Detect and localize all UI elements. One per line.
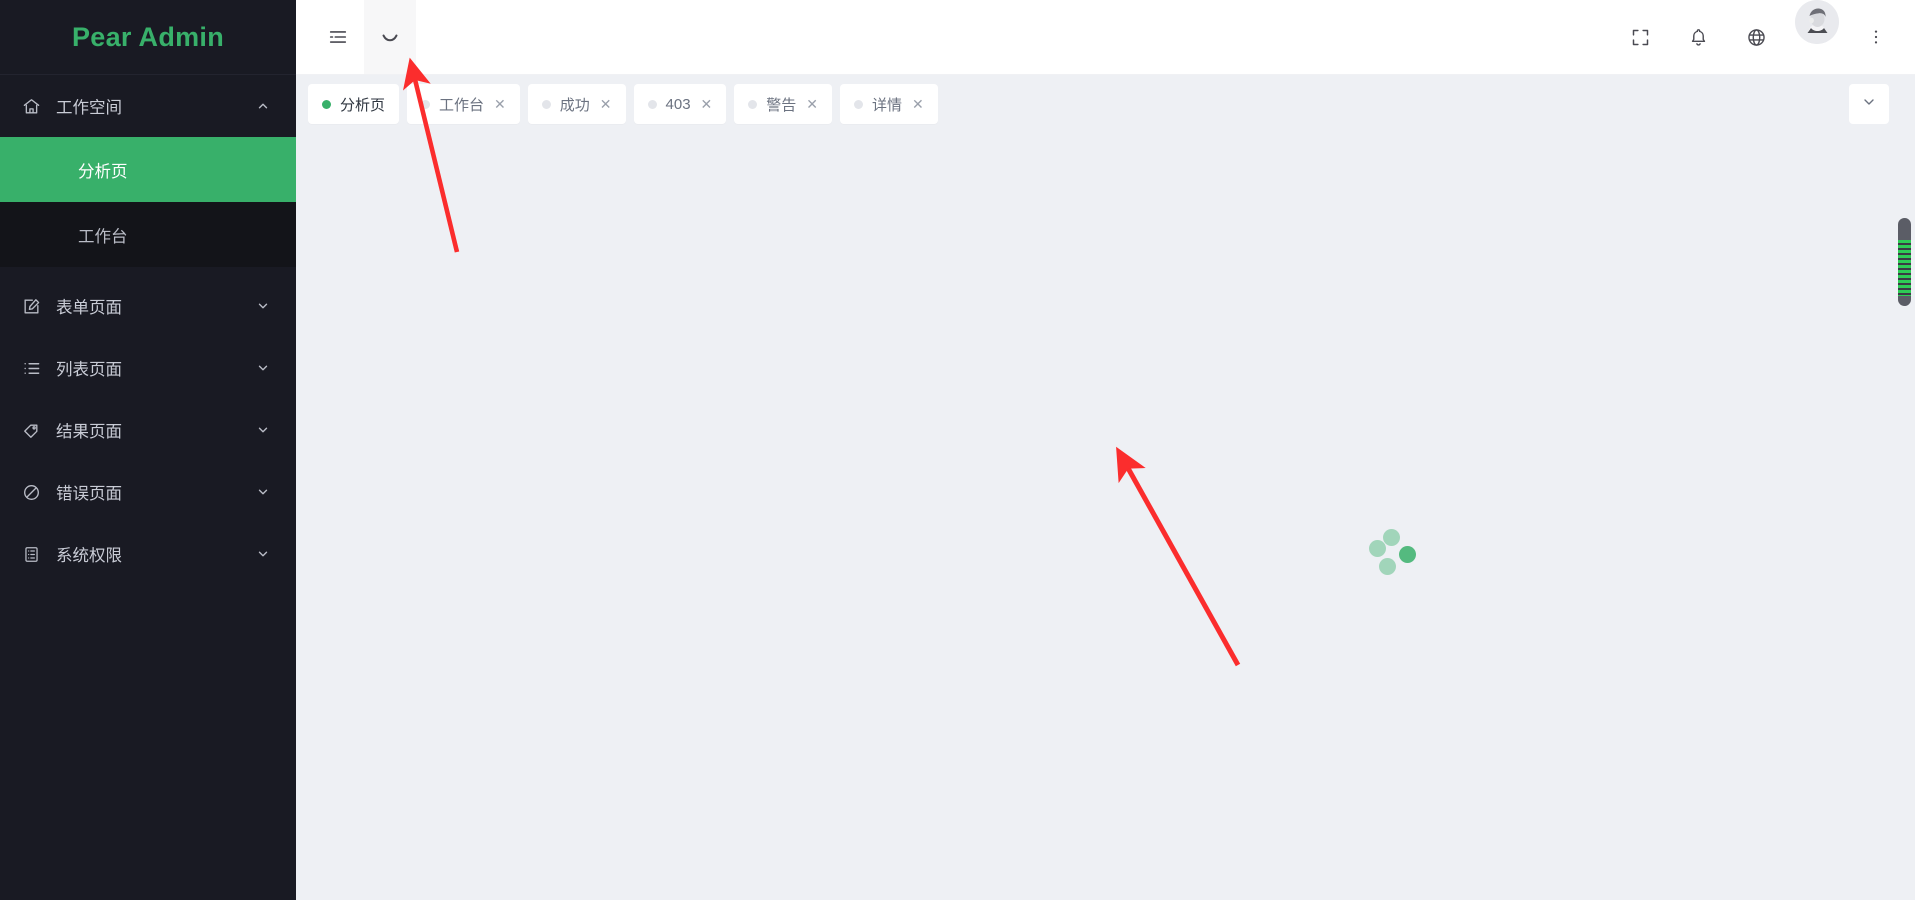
sidebar: Pear Admin 工作空间 分析页 工作台 表单页面 列表页面 结果页面 错… — [0, 0, 296, 900]
tab-warning-label: 警告 — [766, 96, 797, 114]
tab-analysis[interactable]: 分析页 — [308, 84, 400, 124]
tab-close-icon[interactable]: ✕ — [494, 97, 506, 111]
tab-close-icon[interactable]: ✕ — [701, 97, 713, 111]
sidebar-item-workbench[interactable]: 工作台 — [0, 202, 296, 267]
edit-square-icon — [22, 297, 48, 316]
tab-status-dot — [421, 99, 431, 109]
sidebar-group-workspace[interactable]: 工作空间 — [0, 75, 296, 137]
sidebar-item-analysis[interactable]: 分析页 — [0, 137, 296, 202]
vertical-scrollbar[interactable] — [1898, 133, 1911, 900]
chevron-down-icon — [256, 485, 270, 499]
tab-workbench[interactable]: 工作台 ✕ — [407, 84, 520, 124]
tab-detail[interactable]: 详情 ✕ — [840, 84, 938, 124]
sidebar-item-analysis-label: 分析页 — [78, 162, 128, 181]
chevron-up-icon — [256, 99, 270, 113]
sidebar-item-error-pages-label: 错误页面 — [56, 485, 122, 503]
sidebar-item-form-pages-label: 表单页面 — [56, 299, 122, 317]
fullscreen-icon[interactable] — [1611, 0, 1669, 74]
tab-status-dot — [854, 99, 864, 109]
sidebar-item-system-permissions[interactable]: 系统权限 — [0, 523, 296, 585]
dots-loading-spinner — [1369, 529, 1417, 577]
sidebar-submenu-workspace: 分析页 工作台 — [0, 137, 296, 267]
sidebar-item-list-pages-label: 列表页面 — [56, 361, 122, 379]
tab-403-label: 403 — [665, 95, 691, 113]
admin-console: Pear Admin 工作空间 分析页 工作台 表单页面 列表页面 结果页面 错… — [0, 0, 1915, 900]
avatar-illustration — [1795, 0, 1839, 44]
tab-close-icon[interactable]: ✕ — [600, 97, 612, 111]
refresh-curve-icon[interactable] — [364, 0, 416, 74]
chevron-down-icon — [256, 299, 270, 313]
spinner-dot — [1379, 558, 1396, 575]
sidebar-item-form-pages[interactable]: 表单页面 — [0, 275, 296, 337]
sidebar-item-result-pages-label: 结果页面 — [56, 423, 122, 441]
globe-icon[interactable] — [1727, 0, 1785, 74]
server-icon — [22, 545, 48, 564]
scrollbar-thumb[interactable] — [1898, 218, 1911, 306]
tab-status-dot — [748, 99, 758, 109]
tab-bar: 分析页 工作台 ✕ 成功 ✕ 403 ✕ 警告 ✕ 详情 ✕ — [296, 75, 1915, 133]
content-area — [296, 133, 1915, 900]
sidebar-item-error-pages[interactable]: 错误页面 — [0, 461, 296, 523]
tab-options-dropdown[interactable] — [1849, 84, 1889, 124]
sidebar-group-workspace-label: 工作空间 — [56, 99, 122, 117]
tab-detail-label: 详情 — [872, 96, 903, 114]
tab-success[interactable]: 成功 ✕ — [527, 84, 626, 124]
sidebar-item-workbench-label: 工作台 — [78, 227, 128, 246]
menu-collapse-icon[interactable] — [312, 0, 364, 74]
chevron-down-icon — [256, 547, 270, 561]
list-icon — [22, 359, 48, 378]
sidebar-divider — [0, 267, 296, 275]
sidebar-item-result-pages[interactable]: 结果页面 — [0, 399, 296, 461]
sidebar-item-list-pages[interactable]: 列表页面 — [0, 337, 296, 399]
ban-icon — [22, 483, 48, 502]
tab-workbench-label: 工作台 — [439, 96, 485, 114]
tab-403[interactable]: 403 ✕ — [633, 84, 727, 124]
tag-icon — [22, 421, 48, 440]
spinner-dot — [1369, 540, 1386, 557]
chevron-down-icon — [1861, 94, 1877, 115]
tab-success-label: 成功 — [559, 96, 590, 114]
bell-icon[interactable] — [1669, 0, 1727, 74]
spinner-dot — [1383, 529, 1400, 546]
top-header — [296, 0, 1915, 75]
chevron-down-icon — [256, 423, 270, 437]
tab-close-icon[interactable]: ✕ — [912, 97, 924, 111]
header-spacer — [416, 0, 1611, 74]
chevron-down-icon — [256, 361, 270, 375]
avatar[interactable] — [1795, 0, 1839, 44]
tab-analysis-label: 分析页 — [340, 96, 386, 114]
tab-status-dot — [541, 99, 551, 109]
brand-title: Pear Admin — [71, 21, 225, 52]
spinner-dot — [1399, 546, 1416, 563]
home-icon — [22, 97, 48, 116]
tab-status-dot — [322, 99, 331, 109]
more-vertical-icon[interactable] — [1849, 0, 1903, 74]
scrollbar-thumb-stripes — [1898, 240, 1911, 296]
sidebar-item-system-permissions-label: 系统权限 — [56, 547, 122, 565]
tab-warning[interactable]: 警告 ✕ — [734, 84, 833, 124]
brand-logo[interactable]: Pear Admin — [0, 0, 296, 75]
tab-status-dot — [647, 99, 657, 109]
tab-close-icon[interactable]: ✕ — [806, 97, 818, 111]
main-column: 分析页 工作台 ✕ 成功 ✕ 403 ✕ 警告 ✕ 详情 ✕ — [296, 0, 1915, 900]
